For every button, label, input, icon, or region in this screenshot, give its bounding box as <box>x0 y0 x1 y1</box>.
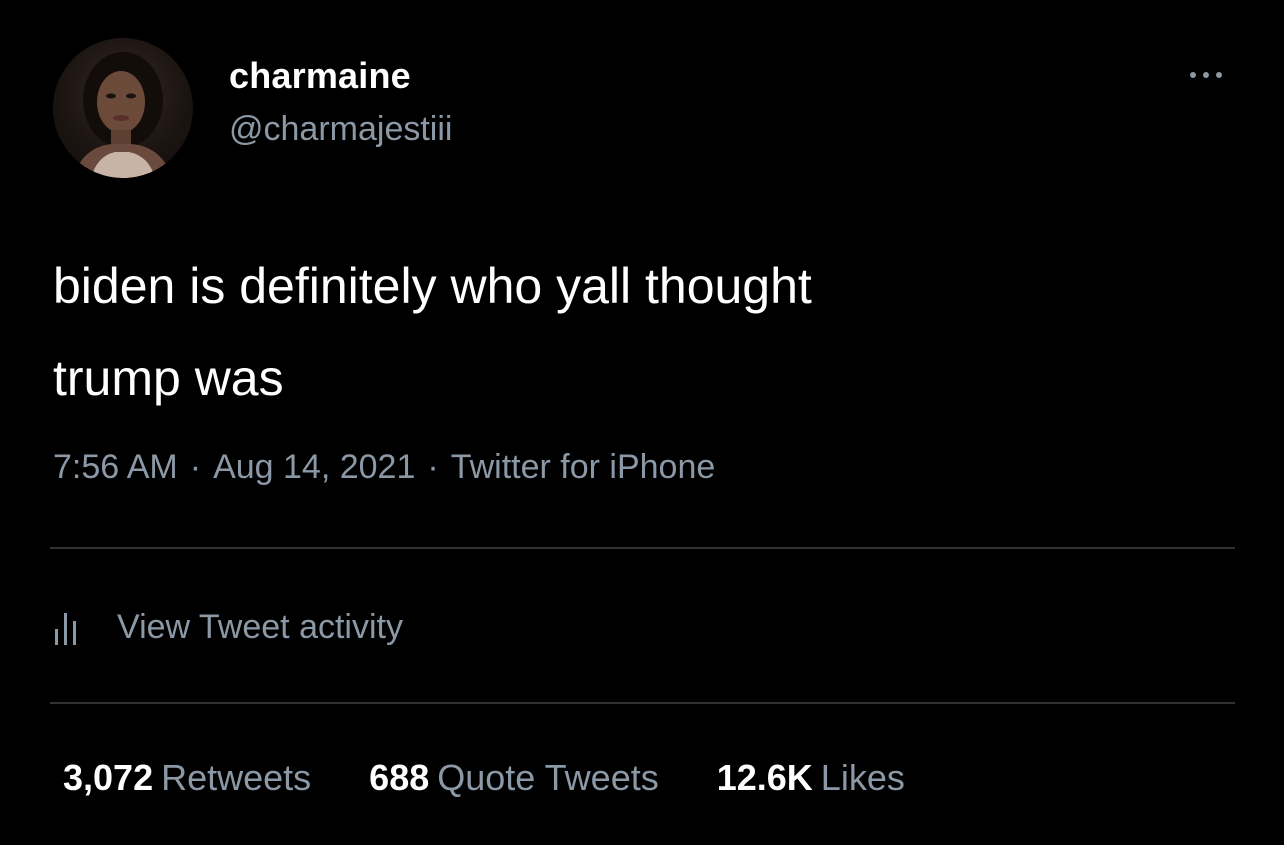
tweet-card: charmaine @charmajestiii biden is defini… <box>0 0 1284 845</box>
likes-label: Likes <box>820 757 905 798</box>
tweet-meta: 7:56 AM · Aug 14, 2021 · Twitter for iPhone <box>53 448 715 487</box>
view-tweet-activity-button[interactable]: View Tweet activity <box>53 605 403 649</box>
meta-separator: · <box>189 448 202 486</box>
view-tweet-activity-label: View Tweet activity <box>117 607 403 646</box>
tweet-text: biden is definitely who yall thought tru… <box>53 258 812 406</box>
divider <box>50 702 1235 704</box>
meta-separator: · <box>427 448 439 486</box>
likes-stat[interactable]: 12.6K Likes <box>717 757 905 799</box>
quote-tweets-count: 688 <box>369 757 430 798</box>
tweet-time: 7:56 AM <box>53 448 178 486</box>
quote-tweets-stat[interactable]: 688 Quote Tweets <box>369 757 659 799</box>
divider <box>50 547 1235 549</box>
display-name[interactable]: charmaine <box>229 55 411 97</box>
tweet-source[interactable]: Twitter for iPhone <box>451 448 716 486</box>
avatar[interactable] <box>53 38 193 178</box>
bar-chart-icon <box>53 607 97 647</box>
user-handle[interactable]: @charmajestiii <box>229 110 452 149</box>
retweets-label: Retweets <box>161 757 312 798</box>
tweet-date: Aug 14, 2021 <box>213 448 416 486</box>
likes-count: 12.6K <box>716 757 813 798</box>
retweets-stat[interactable]: 3,072 Retweets <box>63 757 311 799</box>
quote-tweets-label: Quote Tweets <box>437 757 659 798</box>
retweets-count: 3,072 <box>63 757 154 798</box>
more-options-icon[interactable] <box>1181 60 1231 90</box>
avatar-image <box>73 52 173 178</box>
tweet-stats: 3,072 Retweets 688 Quote Tweets 12.6K Likes <box>63 757 905 799</box>
